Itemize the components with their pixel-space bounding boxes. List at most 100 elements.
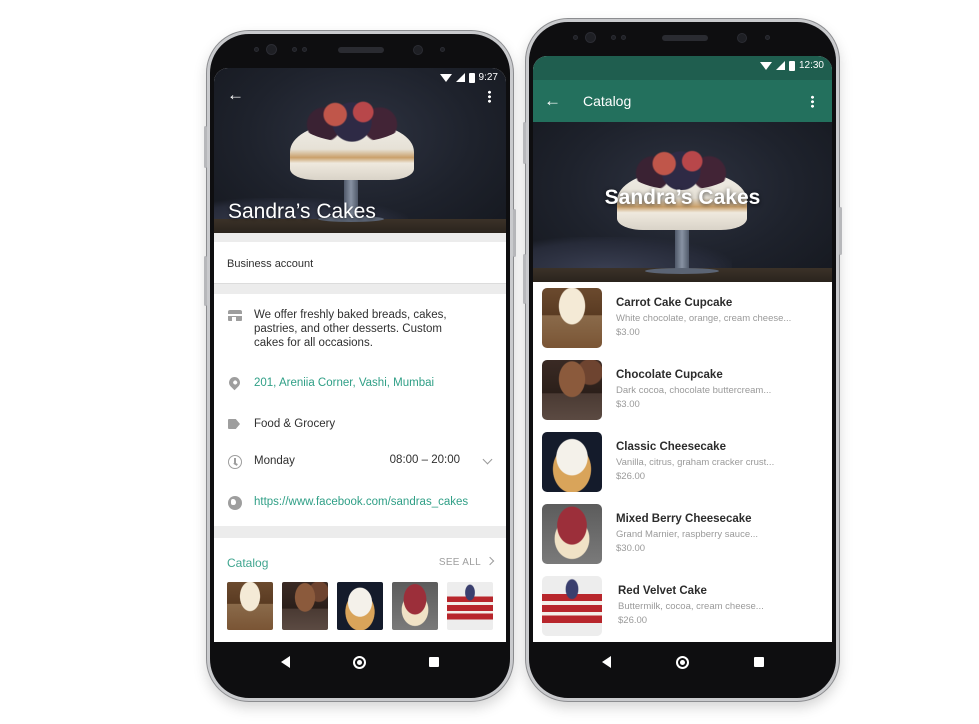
globe-icon — [228, 496, 242, 510]
location-pin-icon — [226, 374, 243, 391]
more-vertical-icon[interactable] — [811, 95, 814, 108]
product-image — [542, 432, 602, 492]
catalog-thumb-chocolate-cupcake[interactable] — [282, 582, 328, 630]
see-all-label: SEE ALL — [438, 557, 481, 568]
see-all-button[interactable]: SEE ALL — [438, 556, 495, 568]
nav-recents-icon[interactable] — [428, 657, 439, 667]
bixby-button — [523, 254, 526, 304]
chevron-right-icon — [485, 556, 495, 566]
product-item[interactable]: Mixed Berry Cheesecake Grand Marnier, ra… — [533, 498, 832, 570]
product-name: Mixed Berry Cheesecake — [616, 513, 752, 525]
product-price: $26.00 — [616, 471, 646, 482]
catalog-screen: 12:30 ← Catalog Sandra’s Cakes Carrot Ca… — [533, 56, 832, 642]
nav-recents-icon[interactable] — [753, 657, 764, 667]
address-row[interactable]: 201, Areniia Corner, Vashi, Mumbai — [214, 374, 506, 394]
product-price: $3.00 — [616, 327, 640, 338]
phone-catalog: 12:30 ← Catalog Sandra’s Cakes Carrot Ca… — [523, 19, 842, 701]
product-list: Carrot Cake Cupcake White chocolate, ora… — [533, 282, 832, 642]
product-item[interactable]: Classic Cheesecake Vanilla, citrus, grah… — [533, 426, 832, 498]
sensor-dot — [254, 47, 259, 52]
status-bar: 12:30 — [759, 60, 824, 71]
iris-sensor — [737, 33, 747, 43]
store-icon — [228, 310, 242, 321]
section-divider — [214, 284, 506, 294]
wifi-icon — [439, 73, 452, 82]
product-price: $30.00 — [616, 543, 646, 554]
system-nav-bar — [210, 644, 510, 680]
sensor-dot — [302, 47, 307, 52]
status-bar: 9:27 — [439, 72, 498, 83]
sensor-dot — [292, 47, 297, 52]
arrow-left-icon[interactable]: ← — [544, 92, 561, 109]
catalog-label: Catalog — [227, 556, 269, 570]
product-item[interactable]: Chocolate Cupcake Dark cocoa, chocolate … — [533, 354, 832, 426]
front-sensors — [210, 44, 510, 62]
catalog-business-name: Sandra’s Cakes — [604, 186, 761, 209]
toolbar-title: Catalog — [583, 93, 632, 109]
product-price: $26.00 — [618, 615, 648, 626]
product-image — [542, 288, 602, 348]
product-description: Grand Marnier, raspberry sauce... — [616, 529, 759, 540]
business-info-section: We offer freshly baked breads, cakes, pa… — [214, 294, 506, 526]
nav-back-icon[interactable] — [601, 656, 611, 668]
product-price: $3.00 — [616, 399, 640, 410]
catalog-cover-photo: Sandra’s Cakes — [533, 122, 832, 282]
status-time: 12:30 — [798, 60, 824, 71]
catalog-thumb-mixed-berry-cheesecake[interactable] — [392, 582, 438, 630]
front-camera — [585, 32, 596, 43]
status-bar-background: 12:30 — [533, 56, 832, 80]
hours-row[interactable]: Monday 08:00 – 20:00 — [214, 454, 506, 472]
status-time: 9:27 — [478, 72, 498, 83]
sensor-dot — [765, 35, 770, 40]
app-toolbar: ← Catalog — [533, 80, 832, 122]
product-name: Classic Cheesecake — [616, 441, 726, 453]
more-vertical-icon[interactable] — [488, 90, 491, 103]
wifi-icon — [759, 61, 772, 70]
catalog-thumb-red-velvet-cake[interactable] — [447, 582, 493, 630]
product-image — [542, 360, 602, 420]
section-divider — [214, 526, 506, 538]
business-category: Food & Grocery — [254, 418, 336, 430]
front-camera — [266, 44, 277, 55]
product-item[interactable]: Carrot Cake Cupcake White chocolate, ora… — [533, 282, 832, 354]
volume-button — [204, 126, 207, 168]
catalog-thumb-classic-cheesecake[interactable] — [337, 582, 383, 630]
system-nav-bar — [529, 644, 836, 680]
catalog-thumbnails — [227, 582, 493, 630]
product-description: Dark cocoa, chocolate buttercream... — [616, 385, 772, 396]
product-name: Chocolate Cupcake — [616, 369, 723, 381]
sensor-dot — [440, 47, 445, 52]
cover-photo: 9:27 ← Sandra’s Cakes — [214, 68, 506, 233]
website-row[interactable]: https://www.facebook.com/sandras_cakes — [214, 495, 506, 513]
nav-back-icon[interactable] — [281, 656, 291, 668]
product-description: White chocolate, orange, cream cheese... — [616, 313, 792, 324]
business-name: Sandra’s Cakes — [228, 200, 376, 223]
catalog-thumb-carrot-cake-cupcake[interactable] — [227, 582, 273, 630]
nav-home-icon[interactable] — [352, 655, 366, 669]
phone-business-profile: 9:27 ← Sandra’s Cakes Business account W… — [204, 31, 516, 701]
chevron-down-icon[interactable] — [482, 454, 493, 465]
battery-icon — [788, 60, 795, 71]
signal-icon — [455, 73, 465, 82]
app-bar: ← — [214, 86, 506, 110]
arrow-left-icon[interactable]: ← — [227, 86, 244, 103]
business-website[interactable]: https://www.facebook.com/sandras_cakes — [254, 495, 468, 509]
battery-icon — [468, 72, 475, 83]
cover-photo-berries — [625, 142, 737, 190]
product-name: Carrot Cake Cupcake — [616, 297, 733, 309]
product-item[interactable]: Red Velvet Cake Buttermilk, cocoa, cream… — [533, 570, 832, 642]
volume-button — [523, 122, 526, 164]
hours-day: Monday — [254, 455, 295, 467]
earpiece — [338, 47, 384, 53]
description-row: We offer freshly baked breads, cakes, pa… — [214, 308, 506, 352]
power-button — [839, 207, 842, 255]
business-address[interactable]: 201, Areniia Corner, Vashi, Mumbai — [254, 376, 434, 390]
nav-home-icon[interactable] — [675, 655, 689, 669]
profile-screen: 9:27 ← Sandra’s Cakes Business account W… — [214, 68, 506, 642]
product-image — [542, 504, 602, 564]
product-image — [542, 576, 602, 636]
front-sensors — [529, 32, 836, 50]
product-name: Red Velvet Cake — [618, 585, 707, 597]
category-row: Food & Grocery — [214, 417, 506, 435]
power-button — [513, 209, 516, 257]
